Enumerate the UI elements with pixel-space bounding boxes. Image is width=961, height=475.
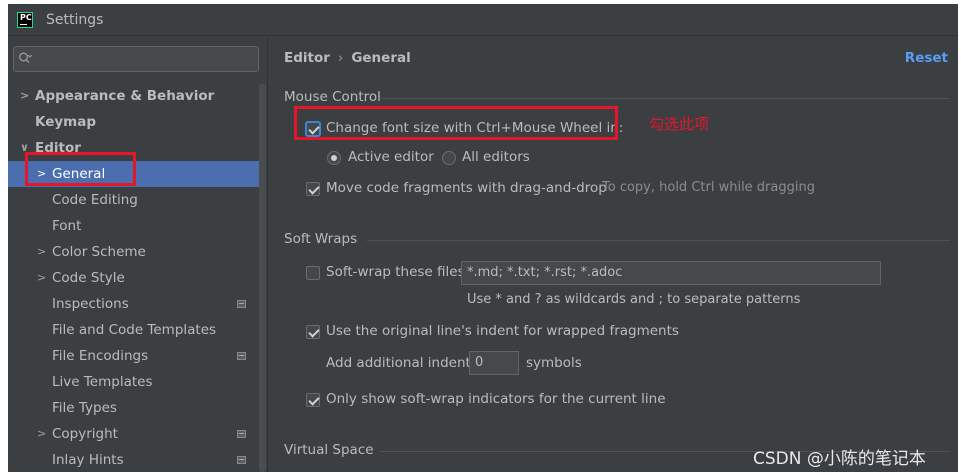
annotation-text: 勾选此项	[649, 115, 710, 133]
breadcrumb-separator: ›	[337, 50, 344, 66]
sidebar-item-label: File Encodings	[52, 348, 149, 364]
project-scope-icon	[237, 300, 246, 308]
settings-window: PC Settings > Appearance & Behavior Keym…	[8, 4, 958, 472]
section-title-mouse-control: Mouse Control	[284, 89, 381, 105]
all-editors-label[interactable]: All editors	[462, 149, 530, 165]
settings-content: Editor › General Reset Mouse Control Chang…	[269, 37, 958, 472]
sidebar-item-label: Live Templates	[52, 374, 153, 390]
section-title-soft-wraps: Soft Wraps	[284, 231, 358, 247]
search-input[interactable]	[13, 46, 259, 72]
project-scope-icon	[237, 352, 246, 360]
breadcrumb: Editor › General	[284, 50, 411, 66]
chevron-right-icon: >	[20, 89, 30, 102]
sidebar-item-label: Code Editing	[52, 192, 138, 208]
original-indent-label[interactable]: Use the original line's indent for wrapp…	[326, 323, 679, 339]
breadcrumb-parent[interactable]: Editor	[284, 50, 330, 66]
section-divider	[381, 98, 950, 99]
original-indent-checkbox[interactable]	[306, 325, 320, 339]
soft-wrap-label[interactable]: Soft-wrap these files:	[326, 264, 469, 280]
settings-sidebar: > Appearance & Behavior Keymap ∨ Editor …	[8, 37, 268, 472]
drag-drop-hint: To copy, hold Ctrl while dragging	[602, 180, 815, 195]
symbols-label: symbols	[526, 355, 582, 371]
sidebar-item-label: Inspections	[52, 296, 129, 312]
sidebar-item-label: Font	[52, 218, 82, 234]
sidebar-item-live-templates[interactable]: Live Templates	[8, 369, 259, 395]
section-title-virtual-space: Virtual Space	[284, 442, 374, 458]
highlight-box-change-font	[294, 106, 618, 140]
watermark: CSDN @小陈的笔记本	[753, 449, 926, 469]
sidebar-item-color-scheme[interactable]: > Color Scheme	[8, 239, 259, 265]
soft-wrap-indicators-label[interactable]: Only show soft-wrap indicators for the c…	[326, 391, 666, 407]
sidebar-item-code-editing[interactable]: Code Editing	[8, 187, 259, 213]
sidebar-item-file-code-templates[interactable]: File and Code Templates	[8, 317, 259, 343]
all-editors-radio[interactable]	[442, 151, 456, 165]
sidebar-item-label: Color Scheme	[52, 244, 146, 260]
title-bar: PC Settings	[8, 4, 958, 36]
sidebar-item-label: File and Code Templates	[52, 322, 217, 338]
sidebar-item-font[interactable]: Font	[8, 213, 259, 239]
sidebar-item-label: Inlay Hints	[52, 452, 124, 468]
search-icon	[19, 52, 32, 63]
additional-indent-label: Add additional indent:	[326, 355, 476, 371]
soft-wrap-files-input[interactable]: *.md; *.txt; *.rst; *.adoc	[461, 261, 881, 285]
chevron-right-icon: >	[37, 245, 47, 258]
sidebar-item-file-types[interactable]: File Types	[8, 395, 259, 421]
sidebar-scrollbar[interactable]	[259, 84, 266, 472]
sidebar-item-inspections[interactable]: Inspections	[8, 291, 259, 317]
window-title: Settings	[46, 12, 104, 28]
sidebar-item-label: Copyright	[52, 426, 118, 442]
chevron-right-icon: >	[37, 271, 47, 284]
section-divider	[367, 240, 950, 241]
sidebar-item-appearance[interactable]: > Appearance & Behavior	[8, 83, 259, 109]
sidebar-item-label: Appearance & Behavior	[35, 88, 215, 104]
soft-wrap-checkbox[interactable]	[306, 266, 320, 280]
reset-link[interactable]: Reset	[905, 50, 948, 66]
sidebar-item-label: Keymap	[35, 114, 97, 130]
sidebar-item-copyright[interactable]: > Copyright	[8, 421, 259, 447]
sidebar-item-inlay-hints[interactable]: Inlay Hints	[8, 447, 259, 472]
additional-indent-input[interactable]: 0	[469, 351, 519, 375]
sidebar-item-keymap[interactable]: Keymap	[8, 109, 259, 135]
sidebar-item-label: Code Style	[52, 270, 125, 286]
drag-drop-label[interactable]: Move code fragments with drag-and-drop	[326, 180, 607, 196]
soft-wrap-hint: Use * and ? as wildcards and ; to separa…	[467, 292, 801, 307]
project-scope-icon	[237, 430, 246, 438]
sidebar-item-code-style[interactable]: > Code Style	[8, 265, 259, 291]
drag-drop-checkbox[interactable]	[306, 182, 320, 196]
pycharm-logo-icon: PC	[17, 12, 33, 28]
highlight-box-general	[25, 152, 136, 186]
sidebar-item-label: File Types	[52, 400, 117, 416]
sidebar-item-file-encodings[interactable]: File Encodings	[8, 343, 259, 369]
project-scope-icon	[237, 456, 246, 464]
active-editor-label[interactable]: Active editor	[348, 149, 434, 165]
active-editor-radio[interactable]	[327, 151, 341, 165]
soft-wrap-indicators-checkbox[interactable]	[306, 393, 320, 407]
chevron-right-icon: >	[37, 427, 47, 440]
breadcrumb-current: General	[351, 50, 411, 66]
